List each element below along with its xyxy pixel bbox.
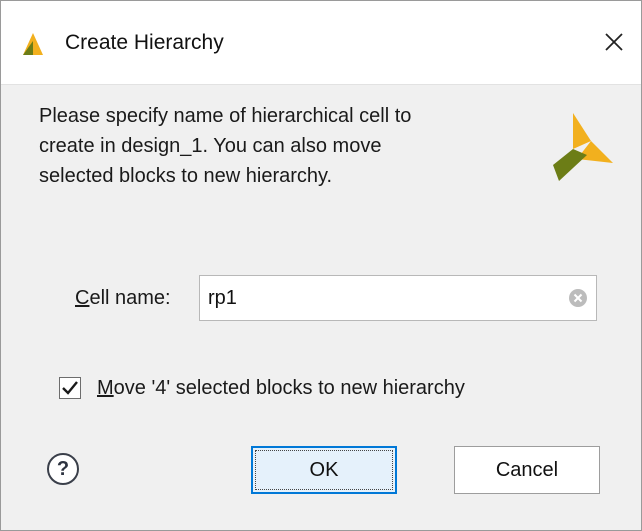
cell-name-label: Cell name:: [75, 285, 171, 311]
move-blocks-label-mnemonic: M: [97, 377, 114, 399]
create-hierarchy-dialog: Create Hierarchy Please specify name of …: [0, 0, 642, 531]
cancel-button[interactable]: Cancel: [454, 446, 600, 494]
close-button[interactable]: [597, 25, 631, 59]
help-icon[interactable]: ?: [47, 453, 79, 485]
cell-name-field: [199, 275, 597, 321]
description-text: Please specify name of hierarchical cell…: [39, 101, 519, 191]
description-line: Please specify name of hierarchical cell…: [39, 105, 412, 127]
cell-name-input[interactable]: [200, 276, 556, 320]
checkmark-icon: [62, 381, 78, 395]
xilinx-brand-logo-icon: [551, 111, 613, 181]
move-blocks-label[interactable]: Move '4' selected blocks to new hierarch…: [97, 375, 465, 401]
xilinx-logo-icon: [21, 31, 49, 55]
description-line: create in design_1. You can also move: [39, 135, 382, 157]
cell-name-label-mnemonic: C: [75, 287, 90, 309]
ok-button[interactable]: OK: [251, 446, 397, 494]
clear-icon[interactable]: [568, 288, 588, 308]
help-glyph: ?: [56, 457, 70, 480]
move-blocks-checkbox[interactable]: [59, 377, 81, 399]
ok-button-label: OK: [255, 450, 393, 490]
move-blocks-label-text: ove '4' selected blocks to new hierarchy: [113, 377, 465, 399]
close-icon: [605, 33, 623, 51]
cell-name-label-text: ell name:: [89, 287, 171, 309]
description-line: selected blocks to new hierarchy.: [39, 165, 333, 187]
window-title: Create Hierarchy: [65, 31, 224, 54]
title-bar: Create Hierarchy: [1, 1, 641, 85]
